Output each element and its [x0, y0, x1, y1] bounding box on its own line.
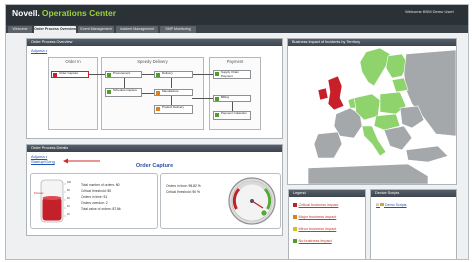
node-label: Schedule Capture [113, 88, 138, 92]
stat-orders-in-time: Orders in time: 91 [81, 195, 108, 199]
app-header: Novell. Operations Center Welcome BSM Dem… [6, 5, 468, 25]
stage-label: Payment [226, 59, 244, 64]
territory-ireland[interactable] [317, 87, 329, 101]
stat-orders-overdue: Orders overdue: 2 [81, 201, 108, 205]
tank-scale-60: 60 [67, 197, 70, 200]
stat-critical-threshold: Critical threshold: 50 [81, 189, 112, 193]
europe-map [288, 46, 456, 184]
order-process-overview-panel: Order Process Overview Adjuma ▾ Order In… [26, 38, 283, 139]
connector [124, 77, 125, 88]
panel-title: Order Process Overview [27, 39, 282, 46]
stage-label: Order In [65, 59, 81, 64]
legend-minor[interactable]: Minor business impact [293, 227, 336, 231]
tab-welcome[interactable]: Welcome [8, 26, 32, 33]
tab-incident-management[interactable]: Incident Management [116, 26, 158, 33]
major-swatch-icon [293, 215, 297, 219]
stat-total-value: Total value of orders: 87.6k [81, 207, 121, 211]
node-billing[interactable]: Billing [213, 95, 251, 102]
node-procurement[interactable]: Procurement [105, 71, 142, 78]
legend-no-impact[interactable]: No business impact [293, 239, 332, 243]
gauge-icon [228, 177, 276, 225]
connector [141, 93, 155, 94]
node-label: Order Capture [59, 71, 79, 75]
panel-title: Order Process Details [27, 145, 282, 152]
expand-icon[interactable]: ⊟ [376, 203, 379, 207]
stage-order-in: Order In [48, 57, 98, 130]
stat-orders-in-time-pct: Orders in time: 95.82 % [166, 184, 201, 188]
connector [171, 77, 172, 88]
connector [192, 98, 214, 99]
connector [192, 74, 214, 75]
territory-north-africa[interactable] [307, 163, 429, 184]
legend-panel: Legend Critical business impact Major bu… [288, 189, 366, 259]
welcome-text: Welcome BSM Demo User! [405, 9, 454, 14]
product-name: Operations Center [41, 8, 117, 18]
panel-title: Business Impact of Incidents by Territor… [288, 39, 456, 46]
app-window: Novell. Operations Center Welcome BSM Dem… [5, 4, 469, 260]
business-impact-map-panel: Business Impact of Incidents by Territor… [287, 38, 457, 185]
orders-gauge-box: Orders in time: 95.82 % Critical thresho… [160, 173, 281, 229]
status-major-icon [156, 91, 160, 95]
critical-swatch-icon [293, 203, 297, 207]
tank-label: Process [34, 192, 44, 195]
connector [141, 74, 155, 75]
node-schedule-capture[interactable]: Schedule Capture [105, 88, 142, 97]
stage-label: Speedy Delivery [137, 59, 168, 64]
stat-critical-threshold-pct: Critical threshold: 90 % [166, 190, 200, 194]
details-heading: Order Capture [135, 163, 174, 169]
stat-total-orders: Total number of orders: 60 [81, 183, 120, 187]
tab-event-management[interactable]: Event Management [78, 26, 114, 33]
order-process-details-panel: Order Process Details Adjuma ▾ Startup/G… [26, 144, 283, 236]
status-ok-icon [215, 97, 219, 101]
node-label: Product Delivery [162, 105, 185, 109]
panel-title: Legend [289, 190, 365, 197]
tab-bar: Welcome Order Process Overview Event Man… [6, 25, 468, 33]
panel-title: Device Scripts [371, 190, 456, 197]
node-delivery[interactable]: Delivery [154, 71, 193, 78]
beaker-icon [40, 179, 66, 223]
legend-critical[interactable]: Critical business impact [293, 203, 338, 207]
node-supply-chain-payment[interactable]: Supply Chain Payment [213, 70, 251, 79]
node-label: Delivery [162, 71, 173, 75]
tank-scale-40: 40 [67, 205, 70, 208]
tab-smp-monitoring[interactable]: SMP Monitoring [160, 26, 196, 33]
status-ok-icon [215, 113, 219, 117]
tank-scale-20: 20 [67, 213, 70, 216]
tab-order-process-overview[interactable]: Order Process Overview [34, 26, 76, 33]
tank-scale-80: 80 [67, 189, 70, 192]
status-major-icon [156, 107, 160, 111]
node-label: Supply Chain Payment [221, 70, 239, 78]
status-ok-icon [107, 73, 111, 77]
folder-icon [380, 203, 385, 206]
app-title: Novell. Operations Center [12, 8, 116, 18]
node-label: Manufacture [162, 89, 179, 93]
node-label: Procurement [113, 71, 131, 75]
legend-major[interactable]: Major business impact [293, 215, 336, 219]
node-payment-collection[interactable]: Payment Collection [213, 111, 251, 120]
tank-scale-100: 100 [67, 181, 71, 184]
status-ok-icon [156, 73, 160, 77]
node-manufacture[interactable]: Manufacture [154, 89, 193, 96]
ok-swatch-icon [293, 239, 297, 243]
demo-scripts-item[interactable]: ⊟ Demo Scripts [376, 203, 407, 207]
minor-swatch-icon [293, 227, 297, 231]
brand-name: Novell. [12, 8, 40, 18]
node-label: Billing [221, 95, 230, 99]
adjuma-link[interactable]: Adjuma ▾ [31, 48, 47, 53]
status-critical-icon [53, 73, 57, 77]
order-stats-box: Process 100 80 60 40 20 Total number of … [30, 173, 158, 229]
node-label: Payment Collection [221, 111, 247, 115]
node-order-capture[interactable]: Order Capture [51, 71, 89, 78]
connector [88, 74, 106, 75]
device-scripts-panel: Device Scripts ⊟ Demo Scripts [370, 189, 457, 259]
status-ok-icon [107, 90, 111, 94]
node-product-delivery[interactable]: Product Delivery [154, 105, 193, 114]
status-ok-icon [215, 72, 219, 76]
